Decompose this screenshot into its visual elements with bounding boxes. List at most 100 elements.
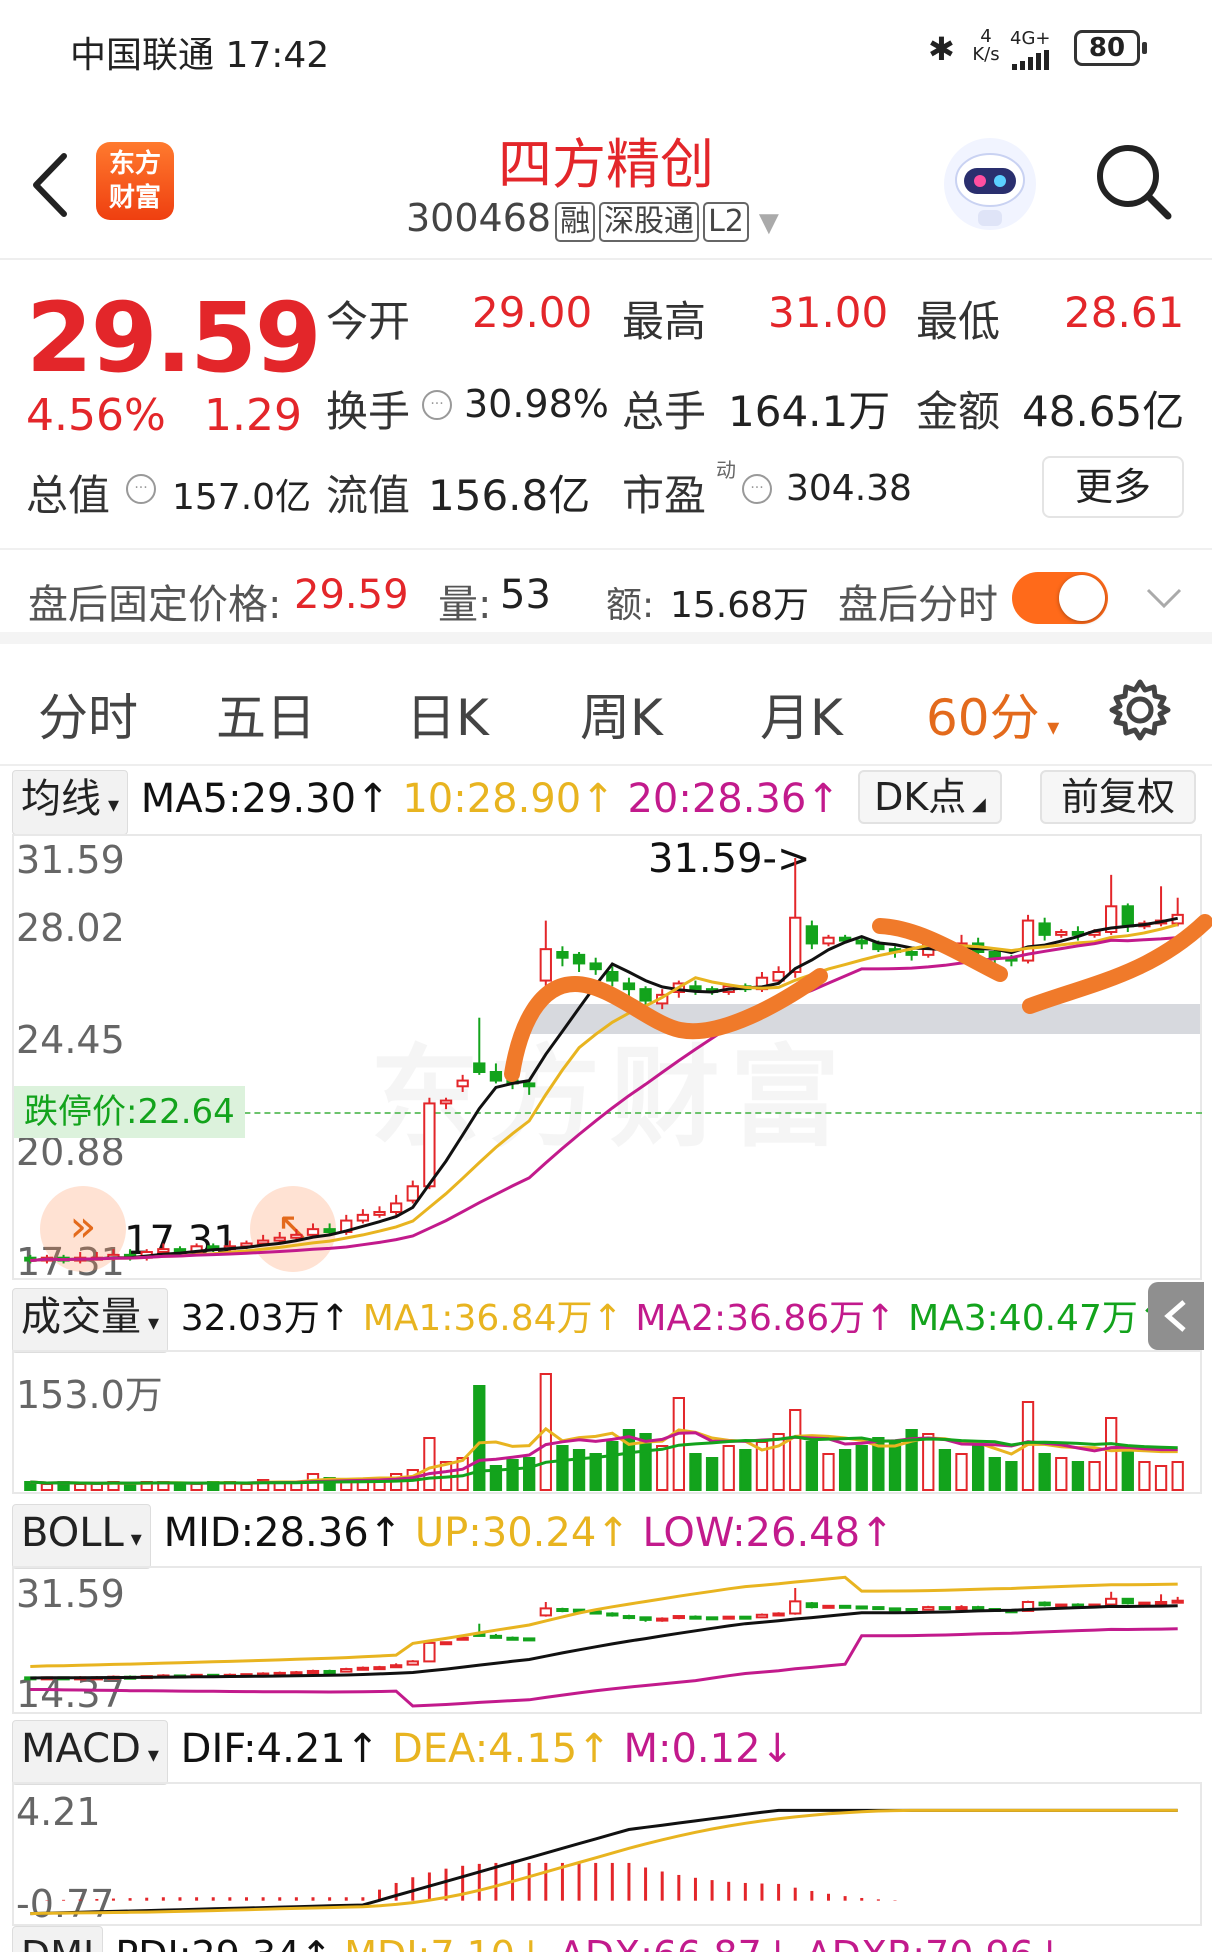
pe-value: 304.38 (786, 468, 912, 509)
boll-candle (938, 1606, 952, 1611)
boll-candle (323, 1669, 336, 1674)
search-icon[interactable] (1092, 140, 1176, 224)
candle-up (456, 1079, 469, 1088)
amount-label: 金额 (916, 387, 1001, 436)
open-value: 29.00 (472, 288, 593, 337)
candle-up (356, 1213, 370, 1222)
volume-bar-up (1138, 1461, 1151, 1491)
boll-candle (556, 1608, 569, 1613)
more-button[interactable]: 更多 (1042, 456, 1184, 518)
boll-mid-line (30, 1604, 1178, 1680)
boll-chart[interactable] (0, 1566, 1212, 1714)
chevron-down-icon[interactable] (1144, 586, 1184, 610)
net-type: 4G+ (1010, 28, 1051, 49)
after-hours-price: 29.59 (294, 572, 409, 618)
after-hours-toggle[interactable] (1012, 572, 1108, 624)
tab-daily-k[interactable]: 日K (406, 678, 489, 750)
tab-intraday[interactable]: 分时 (38, 678, 138, 750)
ma10-value: 10:28.90↑ (402, 776, 615, 822)
boll-candle (456, 1636, 469, 1641)
volume-bar-down (1121, 1449, 1134, 1491)
turnover-label: 换手 (326, 387, 411, 436)
boll-candle (606, 1612, 619, 1617)
candle-up (306, 1228, 320, 1236)
boll-candle (506, 1636, 519, 1641)
boll-candle (772, 1612, 785, 1617)
volume-chart[interactable] (0, 1350, 1212, 1494)
boll-candle (656, 1617, 669, 1622)
high-label: 最高 (622, 297, 707, 346)
dk-point-button[interactable]: DK点 ◢ (858, 770, 1002, 824)
candle-up (1055, 931, 1068, 936)
indicator-select-dmi[interactable]: DMI (12, 1926, 104, 1952)
candle-down (1121, 905, 1134, 928)
candle-down (489, 1071, 503, 1082)
stock-code-row[interactable]: 300468 融深股通 L2 ▼ (406, 196, 779, 242)
macd-dea-line (30, 1808, 1178, 1916)
volume-value: 164.1万 (728, 387, 891, 436)
tab-five-day[interactable]: 五日 (216, 678, 316, 750)
tab-60min[interactable]: 60分 ▾ (926, 678, 1059, 750)
collapse-left-icon[interactable] (1148, 1282, 1204, 1350)
volume-bar-down (971, 1445, 985, 1491)
dmi-adx: ADX:66.87↓ (559, 1933, 794, 1952)
boll-low-line (30, 1627, 1178, 1708)
pe-label: 市盈 (622, 471, 707, 520)
ma-legend: 均线 ▾ MA5:29.30↑ 10:28.90↑ 20:28.36↑ (12, 770, 840, 835)
candle-down (589, 962, 602, 971)
boll-candle (705, 1616, 719, 1621)
tab-monthly-k[interactable]: 月K (760, 678, 843, 750)
boll-candle (739, 1615, 752, 1620)
indicator-select-ma[interactable]: 均线 ▾ (12, 770, 129, 835)
boll-candle (340, 1668, 353, 1673)
kline-chart[interactable] (0, 834, 1212, 1280)
period-tabs: 分时 五日 日K 周K 月K 60分 ▾ (0, 656, 1212, 766)
boll-candle (1055, 1603, 1068, 1608)
boll-low: LOW:26.48↑ (642, 1510, 894, 1556)
ma20-value: 20:28.36↑ (627, 776, 840, 822)
carrier-time: 中国联通 17:42 (70, 35, 330, 76)
turnover-value: 30.98% (464, 382, 609, 426)
info-icon[interactable]: ··· (126, 474, 156, 504)
candle-up (157, 1248, 170, 1253)
chevron-down-icon: ▼ (758, 208, 779, 238)
volume-bar-down (556, 1445, 569, 1491)
tab-weekly-k[interactable]: 周K (580, 678, 663, 750)
candle-down (606, 971, 619, 982)
settings-icon[interactable] (1108, 678, 1172, 742)
volume-label: 总手 (622, 387, 707, 436)
candle-up (539, 948, 552, 982)
status-bar: 中国联通 17:42 ✱ 4 K/s 4G+ 80 (0, 0, 1212, 100)
boll-candle (1171, 1599, 1184, 1604)
boll-candle (755, 1613, 769, 1619)
indicator-select-boll[interactable]: BOLL ▾ (12, 1504, 151, 1569)
boll-candle (539, 1607, 552, 1617)
volume-bar-down (123, 1483, 137, 1491)
volume-bar-down (1071, 1461, 1085, 1491)
indicator-select-macd[interactable]: MACD ▾ (12, 1720, 168, 1785)
macd-chart[interactable] (0, 1782, 1212, 1926)
forward-adjust-button[interactable]: 前复权 (1040, 770, 1196, 824)
robot-avatar-icon[interactable] (940, 134, 1040, 234)
candle-up (273, 1236, 286, 1242)
volume-bar-up (1154, 1465, 1168, 1491)
info-icon[interactable]: ··· (742, 474, 772, 504)
boll-candle (373, 1666, 386, 1671)
indicator-select-volume[interactable]: 成交量 ▾ (12, 1288, 169, 1353)
macd-legend: MACD ▾ DIF:4.21↑ DEA:4.15↑ M:0.12↓ (12, 1720, 794, 1785)
volume-bar-down (589, 1453, 602, 1491)
volume-bar-up (240, 1483, 253, 1491)
candle-up (439, 1099, 453, 1105)
boll-up: UP:30.24↑ (414, 1510, 630, 1556)
volume-bar-down (473, 1385, 486, 1491)
info-icon[interactable]: ··· (422, 390, 452, 420)
candle-up (389, 1202, 403, 1213)
volume-bar-down (606, 1441, 619, 1491)
candle-up (373, 1211, 386, 1216)
candle-down (473, 1062, 486, 1074)
after-hours-amt: 15.68万 (670, 585, 810, 626)
pe-dynamic-mark: 动 (716, 458, 736, 482)
candle-up (290, 1233, 303, 1239)
boll-candle (822, 1604, 835, 1609)
volume-bar-down (705, 1457, 719, 1491)
